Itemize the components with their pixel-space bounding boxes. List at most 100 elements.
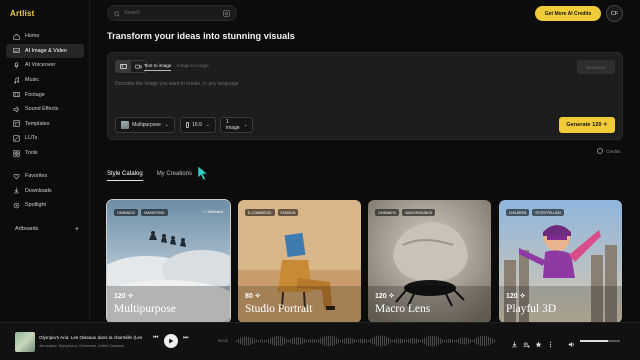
next-icon[interactable]: ⏭ — [183, 335, 188, 342]
tab-text-to-image[interactable]: Text to image — [144, 63, 172, 71]
track-artist[interactable]: Jerusalem Symphony Orchestra, Artlist Cl… — [39, 343, 151, 348]
card-title: Playful 3D — [506, 303, 557, 315]
card-tags: CHILDREN STORYTELLING — [506, 209, 567, 216]
style-card-playful-3d[interactable]: CHILDREN STORYTELLING 120 ✧ Playful 3D — [499, 200, 622, 323]
generate-button[interactable]: Generate 120 ✧ — [559, 117, 615, 133]
aspect-ratio-select[interactable]: 16:9 ⌄ — [180, 117, 216, 133]
sound-icon — [12, 105, 20, 113]
card-tag: STORYTELLING — [532, 209, 565, 216]
waveform-bar — [444, 339, 445, 343]
media-mode-toggle — [115, 60, 147, 73]
waveform-bar — [318, 339, 319, 343]
waveform-bar — [262, 339, 263, 343]
waveform-bar — [436, 336, 437, 346]
waveform-bar — [484, 335, 485, 347]
waveform-bar — [482, 335, 483, 347]
waveform-bar — [426, 336, 427, 346]
sidebar-item-templates[interactable]: Templates — [6, 117, 84, 132]
download-icon[interactable] — [511, 335, 518, 353]
prompt-input[interactable] — [115, 81, 555, 87]
volume-slider[interactable] — [580, 340, 620, 342]
sidebar-item-ai-image-video[interactable]: AI Image & Video — [6, 43, 84, 59]
waveform-bar — [258, 339, 259, 343]
style-card-studio-portrait[interactable]: E-COMMERCE FASHION 80 ✧ Studio Portrait — [238, 200, 361, 323]
tools-icon — [12, 149, 20, 157]
waveform-bar — [486, 336, 487, 346]
waveform-bar — [422, 338, 423, 344]
style-card-multipurpose[interactable]: CINEMATIC MARKETING ✓ Selected 120 ✧ Mul… — [106, 199, 231, 324]
waveform-bar — [286, 338, 287, 344]
credits-info-label: Credits — [606, 148, 621, 154]
waveform-bar — [300, 337, 301, 345]
waveform[interactable] — [236, 333, 498, 349]
sidebar-item-favorites[interactable]: Favorites — [6, 169, 84, 184]
waveform-bar — [382, 335, 383, 347]
image-count-select[interactable]: 1 image ⌄ — [220, 117, 253, 133]
waveform-bar — [448, 339, 449, 343]
waveform-bar — [330, 335, 331, 347]
sidebar-item-label: Templates — [25, 120, 50, 127]
sidebar-item-music[interactable]: Music — [6, 73, 84, 88]
waveform-bar — [392, 339, 393, 343]
prompt-card: Text to image Image to image Enhance Mul… — [107, 52, 623, 140]
style-select[interactable]: Multipurpose ⌄ — [115, 117, 175, 133]
image-mode-icon[interactable] — [116, 61, 131, 72]
tab-my-creations[interactable]: My Creations — [157, 171, 192, 181]
add-artboard-button[interactable]: + — [75, 226, 79, 233]
waveform-bar — [296, 337, 297, 345]
more-options-icon[interactable] — [547, 335, 554, 353]
waveform-bar — [356, 339, 357, 343]
sidebar-item-spotlight[interactable]: Spotlight — [6, 198, 84, 213]
card-tags: CINEMATIC MARKETING — [114, 209, 171, 216]
search-input[interactable] — [124, 10, 223, 16]
waveform-bar — [348, 337, 349, 345]
waveform-bar — [488, 336, 489, 346]
waveform-bar — [350, 338, 351, 344]
waveform-bar — [238, 338, 239, 344]
page-title: Transform your ideas into stunning visua… — [107, 31, 295, 41]
logo[interactable]: Artlist — [10, 9, 35, 18]
track-cover[interactable] — [15, 332, 35, 352]
enhance-button[interactable]: Enhance — [577, 60, 615, 74]
sidebar-item-label: Spotlight — [25, 202, 46, 209]
avatar[interactable]: CF — [606, 5, 623, 22]
style-select-value: Multipurpose — [132, 122, 161, 128]
sidebar-item-home[interactable]: Home — [6, 29, 84, 44]
play-button[interactable] — [164, 334, 178, 348]
waveform-bar — [354, 339, 355, 343]
catalog-tabs: Style Catalog My Creations — [107, 171, 206, 181]
track-title[interactable]: Olympia's Aria: Les Oiseaux dans la char… — [39, 335, 151, 340]
style-thumbnail — [121, 121, 130, 129]
add-to-collection-icon[interactable] — [523, 335, 530, 353]
sidebar-item-ai-voiceover[interactable]: AI Voiceover — [6, 58, 84, 73]
sidebar-item-footage[interactable]: Footage — [6, 87, 84, 102]
card-tag: BACKGROUNDS — [402, 209, 435, 216]
sidebar-item-luts[interactable]: LUTs — [6, 131, 84, 146]
waveform-bar — [478, 336, 479, 346]
tab-style-catalog[interactable]: Style Catalog — [107, 171, 143, 181]
tab-image-to-image[interactable]: Image to image — [177, 63, 209, 68]
waveform-bar — [270, 338, 271, 344]
get-credits-button[interactable]: Get More AI Credits — [535, 6, 601, 21]
previous-icon[interactable]: ⏮ — [153, 335, 158, 342]
sidebar-item-tools[interactable]: Tools — [6, 146, 84, 161]
waveform-bar — [264, 339, 265, 343]
waveform-bar — [268, 338, 269, 344]
search-bar — [107, 5, 237, 21]
image-search-icon[interactable] — [223, 4, 230, 22]
star-icon[interactable] — [535, 335, 542, 353]
credits-info[interactable]: Credits — [597, 148, 621, 154]
waveform-bar — [388, 337, 389, 345]
waveform-bar — [474, 338, 475, 344]
waveform-bar — [410, 338, 411, 344]
sidebar-item-sound-effects[interactable]: Sound Effects — [6, 102, 84, 117]
card-title: Multipurpose — [114, 303, 176, 315]
sidebar-nav: Home AI Image & Video AI Voiceover Music… — [6, 29, 84, 160]
volume-slider-fill — [580, 340, 608, 342]
sidebar-item-downloads[interactable]: Downloads — [6, 184, 84, 199]
waveform-bar — [314, 339, 315, 343]
volume-icon[interactable] — [568, 335, 575, 353]
style-card-macro-lens[interactable]: CINEMATIC BACKGROUNDS 120 ✧ Macro Lens — [368, 200, 491, 323]
waveform-bar — [322, 337, 323, 345]
waveform-bar — [376, 336, 377, 346]
